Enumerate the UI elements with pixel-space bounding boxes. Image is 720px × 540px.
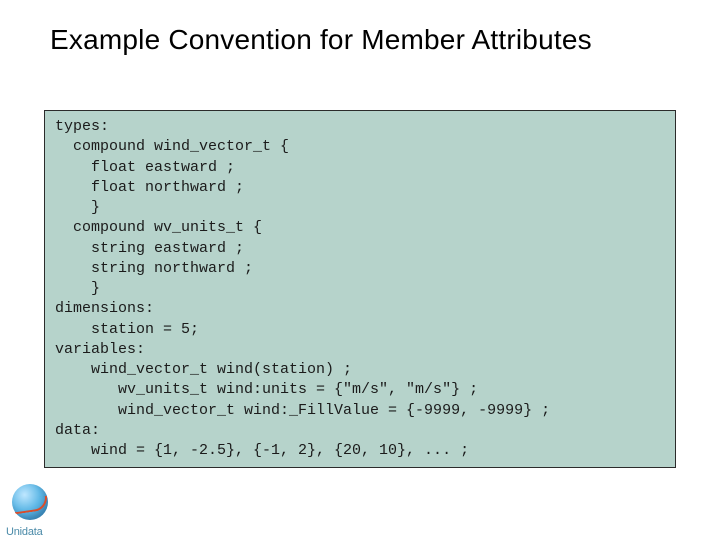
globe-icon: [12, 484, 48, 520]
slide: Example Convention for Member Attributes…: [0, 0, 720, 540]
slide-title: Example Convention for Member Attributes: [50, 24, 690, 56]
code-content: types: compound wind_vector_t { float ea…: [55, 117, 665, 461]
unidata-logo: Unidata: [6, 484, 66, 536]
code-line: wv_units_t wind:units = {"m/s", "m/s"} ;: [55, 381, 478, 398]
code-line: float eastward ;: [55, 159, 235, 176]
code-line: compound wind_vector_t {: [55, 138, 289, 155]
code-block: types: compound wind_vector_t { float ea…: [44, 110, 676, 468]
code-line: dimensions:: [55, 300, 154, 317]
swoosh-icon: [13, 496, 49, 515]
code-line: string northward ;: [55, 260, 253, 277]
code-line: variables:: [55, 341, 145, 358]
brand-text: Unidata: [6, 526, 43, 538]
code-line: wind = {1, -2.5}, {-1, 2}, {20, 10}, ...…: [55, 442, 469, 459]
code-line: data:: [55, 422, 100, 439]
code-line: string eastward ;: [55, 240, 244, 257]
code-line: wind_vector_t wind:_FillValue = {-9999, …: [55, 402, 550, 419]
code-line: types:: [55, 118, 109, 135]
code-line: station = 5;: [55, 321, 199, 338]
code-line: }: [55, 280, 100, 297]
code-line: wind_vector_t wind(station) ;: [55, 361, 352, 378]
code-line: compound wv_units_t {: [55, 219, 262, 236]
code-line: float northward ;: [55, 179, 244, 196]
code-line: }: [55, 199, 100, 216]
